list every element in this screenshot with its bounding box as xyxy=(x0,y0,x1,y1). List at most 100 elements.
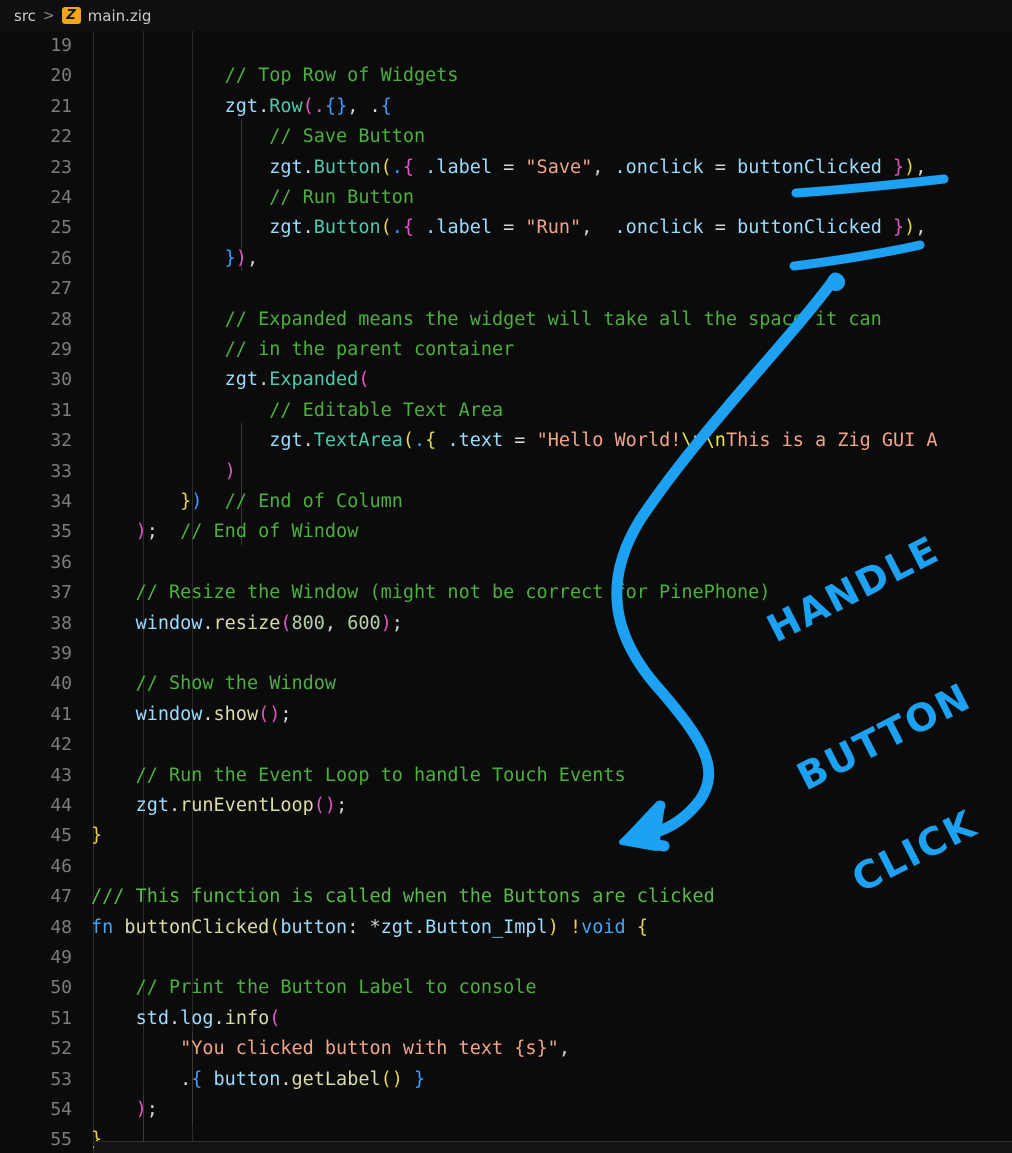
code-token: zgt xyxy=(269,156,303,178)
line-number: 41 xyxy=(50,703,72,725)
code-line[interactable]: 25 zgt.Button(.{ .label = "Run", .onclic… xyxy=(0,213,1012,243)
code-line-text[interactable]: zgt.Expanded( xyxy=(91,365,370,395)
code-token: getLabel xyxy=(291,1068,381,1090)
code-token: ) xyxy=(224,460,236,482)
code-line-text[interactable]: window.show(); xyxy=(91,700,292,730)
code-token: . xyxy=(258,95,270,117)
code-line[interactable]: 51 std.log.info( xyxy=(0,1004,1012,1034)
code-line-text[interactable]: // Run the Event Loop to handle Touch Ev… xyxy=(91,761,626,791)
code-token: Button_Impl xyxy=(425,916,548,938)
code-line[interactable]: 19 xyxy=(0,31,1012,61)
code-line-text[interactable]: // Show the Window xyxy=(91,669,336,699)
code-line[interactable]: 26 }), xyxy=(0,244,1012,274)
code-line[interactable]: 49 xyxy=(0,943,1012,973)
code-line[interactable]: 30 zgt.Expanded( xyxy=(0,365,1012,395)
code-token: // Save Button xyxy=(269,126,426,148)
line-number: 45 xyxy=(50,825,72,847)
code-line[interactable]: 31 // Editable Text Area xyxy=(0,396,1012,426)
code-line[interactable]: 38 window.resize(800, 600); xyxy=(0,609,1012,639)
code-token: info xyxy=(224,1007,270,1029)
code-line[interactable]: 28 // Expanded means the widget will tak… xyxy=(0,305,1012,335)
breadcrumb[interactable]: src > Z main.zig xyxy=(0,0,1012,31)
code-token: 800 xyxy=(291,612,325,634)
code-token: void xyxy=(581,916,626,938)
code-line[interactable]: 22 // Save Button xyxy=(0,122,1012,152)
code-line[interactable]: 20 // Top Row of Widgets xyxy=(0,61,1012,91)
code-line[interactable]: 54 ); xyxy=(0,1095,1012,1125)
code-token: zgt xyxy=(135,795,169,816)
code-line-text[interactable]: // Resize the Window (might not be corre… xyxy=(91,578,771,608)
code-token: "Save" xyxy=(525,156,593,178)
code-token: zgt xyxy=(224,95,259,117)
code-line-text[interactable]: }), xyxy=(91,244,258,274)
code-token: "You clicked button with text {s}" xyxy=(180,1038,559,1060)
code-token: : xyxy=(347,916,370,938)
code-token: . xyxy=(258,369,270,391)
code-line[interactable]: 53 .{ button.getLabel() } xyxy=(0,1065,1012,1095)
code-line-text[interactable]: "You clicked button with text {s}", xyxy=(91,1034,570,1064)
code-line-text[interactable]: zgt.Row(.{}, .{ xyxy=(91,92,392,122)
code-line-text[interactable]: ); xyxy=(91,1095,158,1125)
code-line-text[interactable]: ); // End of Window xyxy=(91,517,359,547)
code-line-text[interactable]: std.log.info( xyxy=(91,1004,281,1034)
code-line[interactable]: 21 zgt.Row(.{}, .{ xyxy=(0,92,1012,122)
code-token: . xyxy=(180,1068,192,1090)
code-token: log xyxy=(180,1007,214,1029)
code-line-text[interactable]: /// This function is called when the But… xyxy=(91,882,715,912)
code-line[interactable]: 39 xyxy=(0,639,1012,669)
code-line-text[interactable]: // Run Button xyxy=(91,183,414,213)
code-line[interactable]: 33 ) xyxy=(0,457,1012,487)
code-token: } xyxy=(414,1068,426,1090)
code-line-text[interactable]: fn buttonClicked(button: *zgt.Button_Imp… xyxy=(91,913,648,943)
code-token: ( xyxy=(280,612,292,634)
code-line-text[interactable]: zgt.Button(.{ .label = "Save", .onclick … xyxy=(91,153,926,183)
code-line[interactable]: 40 // Show the Window xyxy=(0,669,1012,699)
code-line-text[interactable]: // in the parent container xyxy=(91,335,515,365)
code-line-text[interactable]: zgt.Button(.{ .label = "Run", .onclick =… xyxy=(91,213,926,243)
code-line[interactable]: 32 zgt.TextArea(.{ .text = "Hello World!… xyxy=(0,426,1012,456)
code-line[interactable]: 45} xyxy=(0,821,1012,851)
code-line-text[interactable]: // Editable Text Area xyxy=(91,396,503,426)
code-line-text[interactable]: // Save Button xyxy=(91,122,425,152)
code-line[interactable]: 52 "You clicked button with text {s}", xyxy=(0,1034,1012,1064)
breadcrumb-folder[interactable]: src xyxy=(14,7,36,25)
code-line-text[interactable]: // Top Row of Widgets xyxy=(91,61,459,91)
code-line-text[interactable]: zgt.runEventLoop(); xyxy=(91,791,348,821)
code-token: .onclick xyxy=(614,156,704,178)
code-token: Row xyxy=(269,95,303,117)
code-line-text[interactable]: } xyxy=(91,821,102,851)
code-line-text[interactable]: zgt.TextArea(.{ .text = "Hello World!\n\… xyxy=(91,426,937,456)
code-line[interactable]: 50 // Print the Button Label to console xyxy=(0,973,1012,1003)
code-line-text[interactable]: window.resize(800, 600); xyxy=(91,609,403,639)
code-token: window xyxy=(135,703,203,725)
code-line-text[interactable]: ) xyxy=(91,457,236,487)
code-line-text[interactable]: // Expanded means the widget will take a… xyxy=(91,305,882,335)
code-line[interactable]: 29 // in the parent container xyxy=(0,335,1012,365)
code-token: ; xyxy=(280,703,292,725)
code-token: ; xyxy=(391,612,403,634)
code-line[interactable]: 23 zgt.Button(.{ .label = "Save", .oncli… xyxy=(0,153,1012,183)
code-token: // Expanded means the widget will take a… xyxy=(224,308,882,330)
breadcrumb-file[interactable]: main.zig xyxy=(88,7,152,25)
code-token: std xyxy=(135,1007,169,1029)
editor-bottom-edge xyxy=(94,1141,1012,1153)
code-line[interactable]: 35 ); // End of Window xyxy=(0,517,1012,547)
code-token: "Run" xyxy=(525,217,582,239)
code-token: } xyxy=(91,825,103,847)
code-line-text[interactable]: .{ button.getLabel() } xyxy=(91,1065,425,1095)
code-token: = xyxy=(492,217,526,239)
code-line-text[interactable]: // Print the Button Label to console xyxy=(91,973,537,1003)
code-token: } xyxy=(180,491,192,512)
code-line-text[interactable]: }) // End of Column xyxy=(91,487,403,517)
line-number: 54 xyxy=(50,1099,72,1120)
code-token: { xyxy=(425,430,437,452)
code-line[interactable]: 27 xyxy=(0,274,1012,304)
code-line[interactable]: 34 }) // End of Column xyxy=(0,487,1012,517)
code-line[interactable]: 48 fn buttonClicked(button: *zgt.Button_I… xyxy=(0,913,1012,943)
code-line[interactable]: 24 // Run Button xyxy=(0,183,1012,213)
code-line[interactable]: 44 zgt.runEventLoop(); xyxy=(0,791,1012,821)
